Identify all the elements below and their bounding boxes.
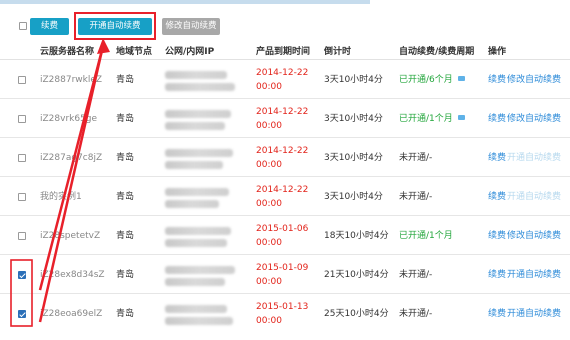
annotation-arrow <box>38 45 105 323</box>
highlight-box-checkboxes <box>10 259 33 327</box>
highlight-box-enable-button <box>74 12 156 40</box>
annotation-arrowhead <box>97 38 110 54</box>
annotation-overlay <box>10 12 156 327</box>
